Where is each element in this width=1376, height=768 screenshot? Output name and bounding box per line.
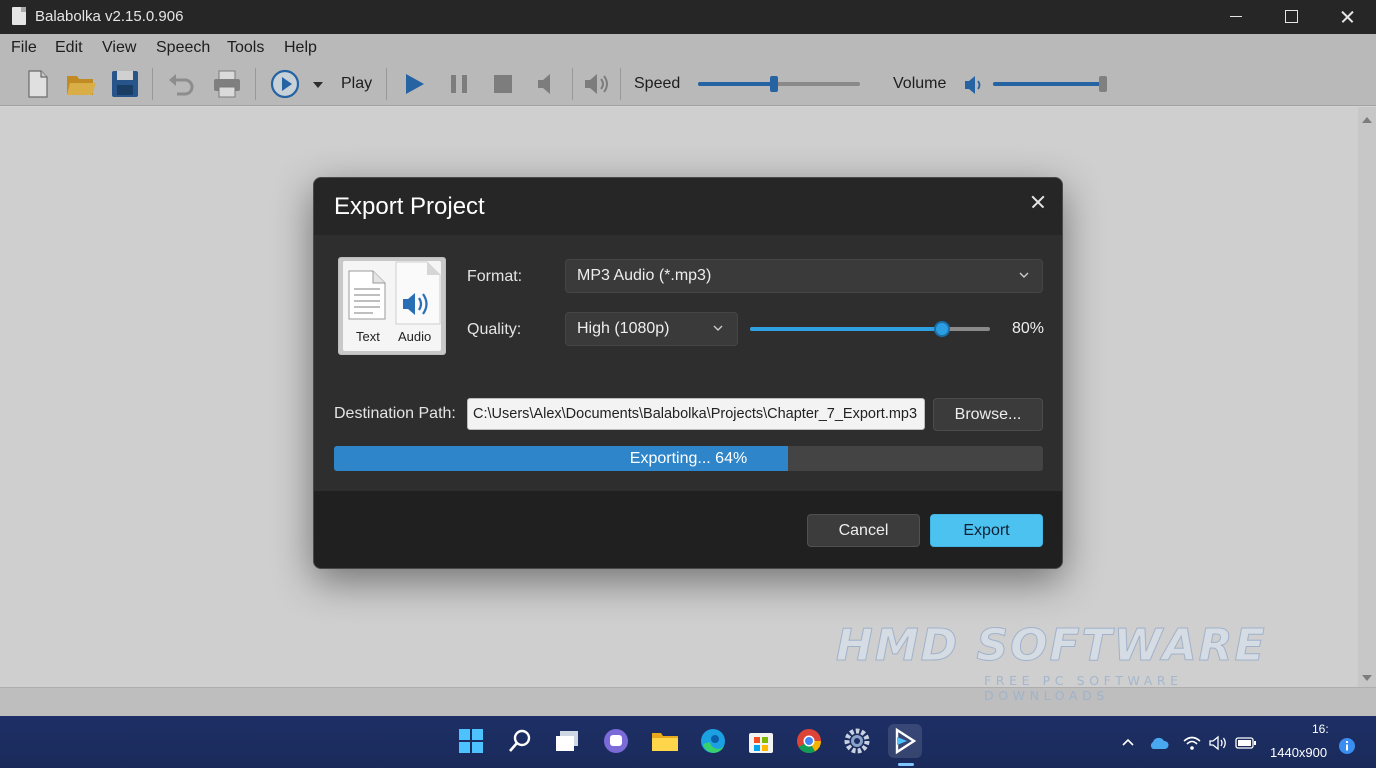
cancel-button[interactable]: Cancel [807, 514, 920, 547]
taskbar: 16: 1440x900 [0, 716, 1376, 768]
export-button[interactable]: Export [930, 514, 1043, 547]
watermark: HMD SOFTWARE FREE PC SOFTWARE DOWNLOADS [836, 620, 1306, 704]
format-select[interactable]: MP3 Audio (*.mp3) [565, 259, 1043, 293]
quality-percent: 80% [1012, 320, 1045, 337]
search-icon[interactable] [503, 724, 537, 758]
dialog-close-icon[interactable] [1028, 192, 1048, 212]
chevron-up-icon[interactable] [1121, 736, 1135, 748]
onedrive-cloud-icon[interactable] [1148, 736, 1170, 750]
watermark-title: HMD SOFTWARE [836, 620, 1267, 672]
wifi-icon[interactable] [1182, 735, 1202, 751]
dialog-body: Text Audio Format: MP3 Audio (*.mp3) Qua… [314, 235, 1062, 491]
notification-info-icon[interactable] [1338, 737, 1356, 755]
file-icon-text-caption: Text [356, 329, 380, 344]
active-app-indicator [898, 763, 914, 766]
quality-slider-thumb[interactable] [934, 321, 950, 337]
teams-chat-icon[interactable] [599, 724, 633, 758]
app-window: Balabolka v2.15.0.906 File Edit View Spe… [0, 0, 1376, 716]
edge-icon[interactable] [696, 724, 730, 758]
format-label: Format: [467, 268, 523, 285]
file-icon-audio-caption: Audio [398, 329, 432, 344]
quality-slider-fill [750, 327, 942, 331]
watermark-subtitle: FREE PC SOFTWARE DOWNLOADS [984, 673, 1183, 703]
settings-icon[interactable] [840, 724, 874, 758]
chevron-down-icon [1019, 272, 1029, 278]
export-dialog: Export Project Text Audio Format: MP3 Au… [313, 177, 1063, 569]
task-view-icon[interactable] [551, 724, 585, 758]
windows-start-icon[interactable] [454, 724, 488, 758]
destination-path-input[interactable] [467, 398, 925, 430]
volume-tray-icon[interactable] [1208, 735, 1228, 751]
text-document-icon [348, 270, 386, 320]
chrome-icon[interactable] [792, 724, 826, 758]
tray-clock[interactable]: 16: [1312, 722, 1329, 736]
quality-select-value: High (1080p) [577, 320, 670, 337]
balabolka-icon[interactable] [888, 724, 922, 758]
export-progress-text: Exporting... 64% [629, 450, 748, 467]
file-icon-face: Text Audio [343, 261, 441, 351]
text-audio-file-icon: Text Audio [338, 257, 446, 355]
export-progress-bar: Exporting... 64% [334, 446, 1043, 471]
dialog-header: Export Project [314, 178, 1062, 235]
quality-label: Quality: [467, 321, 522, 338]
chevron-down-icon [713, 325, 723, 331]
browse-button[interactable]: Browse... [933, 398, 1043, 431]
battery-icon[interactable] [1235, 737, 1257, 749]
file-explorer-icon[interactable] [648, 724, 682, 758]
audio-document-icon [395, 261, 441, 325]
tray-resolution[interactable]: 1440x900 [1270, 745, 1327, 760]
microsoft-store-icon[interactable] [744, 724, 778, 758]
destination-label: Destination Path: [334, 405, 456, 422]
dialog-title: Export Project [334, 193, 485, 220]
quality-select[interactable]: High (1080p) [565, 312, 738, 346]
format-select-value: MP3 Audio (*.mp3) [577, 267, 712, 284]
